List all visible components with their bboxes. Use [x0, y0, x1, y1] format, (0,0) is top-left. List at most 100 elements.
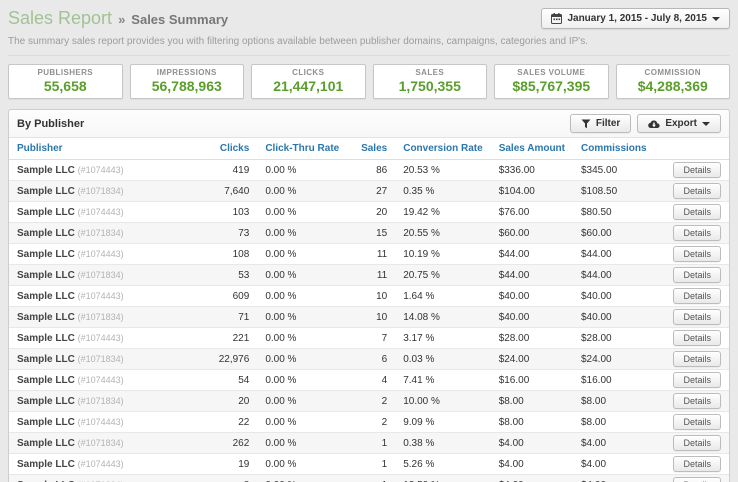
cell-details: Details: [665, 243, 729, 265]
stat-impressions: IMPRESSIONS 56,788,963: [129, 64, 244, 99]
cell-publisher: Sample LLC (#1071834): [9, 432, 202, 454]
table-row: Sample LLC (#1074443) 54 0.00 % 4 7.41 % $16.…: [9, 369, 729, 391]
cell-commissions: $40.00: [573, 285, 665, 307]
cell-sales-amount: $4.00: [490, 453, 573, 475]
column-header-clicks[interactable]: Clicks: [201, 138, 258, 160]
column-header-sales[interactable]: Sales: [347, 138, 396, 160]
cell-sales: 1: [347, 432, 396, 454]
report-description: The summary sales report provides you wi…: [8, 36, 730, 56]
publisher-name: Sample LLC: [17, 374, 75, 386]
stat-publishers: PUBLISHERS 55,658: [8, 64, 123, 99]
details-button[interactable]: Details: [673, 477, 721, 482]
cell-publisher: Sample LLC (#1074443): [9, 453, 202, 475]
cell-sales: 11: [347, 243, 396, 265]
stat-value: 1,750,355: [398, 78, 461, 94]
panel-title: By Publisher: [17, 117, 85, 130]
publisher-id: (#1074443): [77, 206, 124, 217]
cell-commissions: $4.00: [573, 474, 665, 482]
details-button[interactable]: Details: [673, 372, 721, 388]
table-row: Sample LLC (#1071834) 71 0.00 % 10 14.08 % $4…: [9, 306, 729, 328]
column-header-commissions[interactable]: Commissions: [573, 138, 665, 160]
cell-details: Details: [665, 222, 729, 244]
details-button[interactable]: Details: [673, 267, 721, 283]
publisher-id: (#1074443): [77, 332, 124, 343]
cell-click-thru-rate: 0.00 %: [257, 432, 348, 454]
cell-commissions: $16.00: [573, 369, 665, 391]
publisher-id: (#1074443): [77, 248, 124, 259]
table-row: Sample LLC (#1074443) 419 0.00 % 86 20.53 % $…: [9, 160, 729, 181]
publisher-name: Sample LLC: [17, 185, 75, 197]
cell-sales: 1: [347, 474, 396, 482]
column-header-publisher[interactable]: Publisher: [9, 138, 202, 160]
cell-sales: 15: [347, 222, 396, 244]
publisher-id: (#1074443): [77, 374, 124, 385]
column-header-click-thru-rate[interactable]: Click-Thru Rate: [257, 138, 348, 160]
table-row: Sample LLC (#1074443) 221 0.00 % 7 3.17 % $28…: [9, 327, 729, 349]
cell-publisher: Sample LLC (#1071834): [9, 348, 202, 370]
column-header-sales-amount[interactable]: Sales Amount: [490, 138, 573, 160]
details-button[interactable]: Details: [673, 246, 721, 262]
cell-conversion-rate: 5.26 %: [395, 453, 491, 475]
details-button[interactable]: Details: [673, 309, 721, 325]
cell-click-thru-rate: 0.00 %: [257, 222, 348, 244]
details-button[interactable]: Details: [673, 162, 721, 178]
stat-sales-volume: SALES VOLUME $85,767,395: [494, 64, 609, 99]
breadcrumb: Sales Report » Sales Summary: [8, 8, 228, 29]
cell-publisher: Sample LLC (#1074443): [9, 201, 202, 223]
cell-commissions: $60.00: [573, 222, 665, 244]
cell-sales-amount: $60.00: [490, 222, 573, 244]
cell-sales-amount: $16.00: [490, 369, 573, 391]
column-header-conversion-rate[interactable]: Conversion Rate: [395, 138, 491, 160]
details-button[interactable]: Details: [673, 435, 721, 451]
publisher-id: (#1071834): [77, 311, 124, 322]
details-button[interactable]: Details: [673, 351, 721, 367]
stat-label: IMPRESSIONS: [156, 68, 217, 77]
table-row: Sample LLC (#1071834) 73 0.00 % 15 20.55 % $6…: [9, 222, 729, 244]
cell-click-thru-rate: 0.00 %: [257, 390, 348, 412]
table-row: Sample LLC (#1071834) 7,640 0.00 % 27 0.35 %…: [9, 180, 729, 202]
publisher-name: Sample LLC: [17, 290, 75, 302]
table-body: Sample LLC (#1074443) 419 0.00 % 86 20.53 % $…: [9, 160, 729, 482]
cell-clicks: 262: [201, 432, 258, 454]
cell-details: Details: [665, 285, 729, 307]
page-title: Sales Report: [8, 8, 113, 28]
cell-sales-amount: $24.00: [490, 348, 573, 370]
details-button[interactable]: Details: [673, 456, 721, 472]
cell-conversion-rate: 20.53 %: [403, 164, 440, 176]
cell-clicks: 22,976: [201, 348, 258, 370]
date-range-picker[interactable]: January 1, 2015 - July 8, 2015: [541, 8, 730, 29]
details-button[interactable]: Details: [673, 288, 721, 304]
cell-commissions: $24.00: [573, 348, 665, 370]
details-button[interactable]: Details: [673, 393, 721, 409]
details-button[interactable]: Details: [673, 204, 721, 220]
chevron-down-icon: [712, 16, 720, 21]
details-button[interactable]: Details: [673, 414, 721, 430]
cell-click-thru-rate: 0.00 %: [257, 411, 348, 433]
stat-value: 56,788,963: [151, 78, 222, 94]
column-header-details: [665, 138, 729, 160]
publisher-name: Sample LLC: [17, 332, 75, 344]
details-button[interactable]: Details: [673, 183, 721, 199]
cell-clicks: 7,640: [201, 180, 258, 202]
cell-clicks: 108: [201, 243, 258, 265]
publisher-name: Sample LLC: [17, 416, 75, 428]
stat-label: SALES: [415, 68, 445, 77]
cell-publisher: Sample LLC (#1074443): [9, 285, 202, 307]
cell-details: Details: [665, 453, 729, 475]
cell-details: Details: [665, 327, 729, 349]
cell-commissions: $80.50: [573, 201, 665, 223]
cell-commissions: $345.00: [581, 164, 618, 176]
details-button[interactable]: Details: [673, 330, 721, 346]
cell-details: Details: [665, 160, 729, 181]
table-row: Sample LLC (#1074443) 22 0.00 % 2 9.09 % $8.0…: [9, 411, 729, 433]
cell-sales-amount: $28.00: [490, 327, 573, 349]
cell-details: Details: [665, 411, 729, 433]
filter-icon: [581, 119, 591, 128]
cell-publisher: Sample LLC (#1074443): [9, 327, 202, 349]
details-button[interactable]: Details: [673, 225, 721, 241]
export-button[interactable]: Export: [637, 114, 721, 133]
cell-commissions: $108.50: [573, 180, 665, 202]
sales-report-page: Sales Report » Sales Summary January 1, …: [0, 0, 738, 482]
filter-button[interactable]: Filter: [569, 114, 632, 133]
table-row: Sample LLC (#1071834) 262 0.00 % 1 0.38 % $4.…: [9, 432, 729, 454]
